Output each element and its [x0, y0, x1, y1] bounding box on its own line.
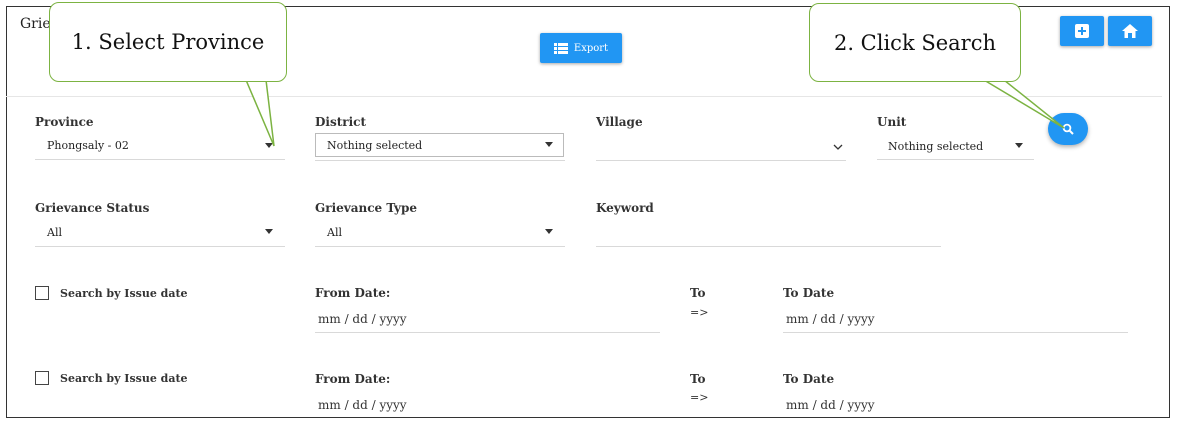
callout-step-1-text: 1. Select Province	[71, 30, 265, 54]
callout-step-2: 2. Click Search	[809, 3, 1021, 82]
callout-1-tail	[244, 79, 275, 147]
callout-2-tail	[981, 79, 1065, 129]
callout-step-1: 1. Select Province	[49, 2, 287, 82]
callout-step-2-text: 2. Click Search	[833, 30, 997, 55]
